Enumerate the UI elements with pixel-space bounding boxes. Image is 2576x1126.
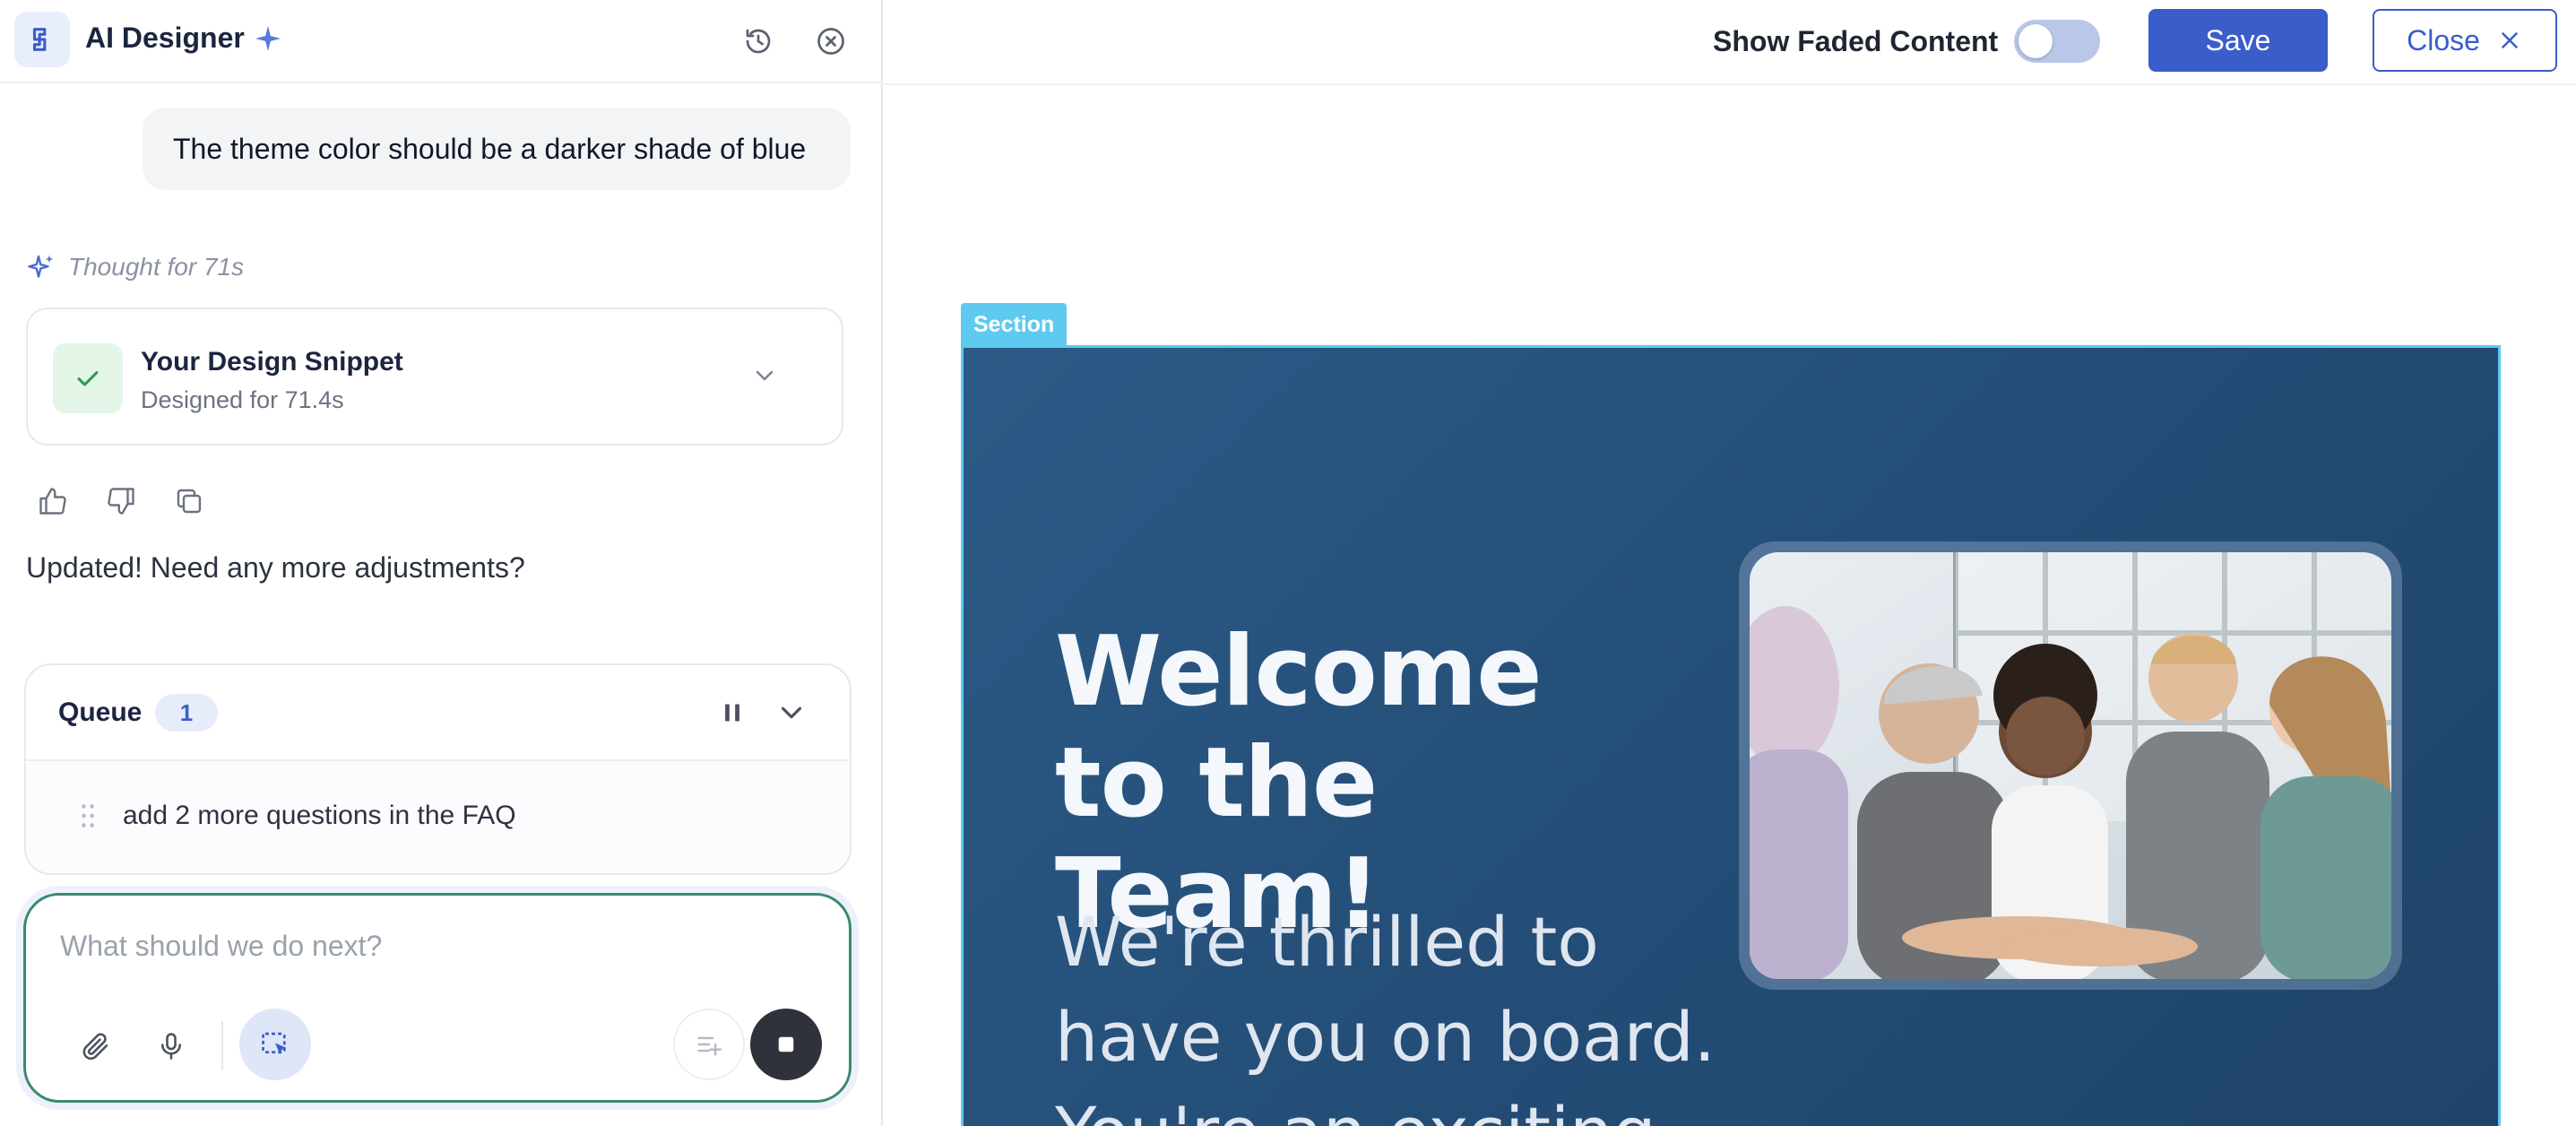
check-icon	[77, 371, 99, 386]
save-button[interactable]: Save	[2148, 9, 2328, 72]
panel-header: AI Designer	[0, 0, 883, 83]
copy-button[interactable]	[170, 482, 208, 520]
composer-divider	[221, 1021, 223, 1070]
hero-subtitle[interactable]: We're thrilled to have you on board. You…	[1055, 895, 1736, 1126]
close-button[interactable]: Close	[2373, 9, 2557, 72]
prompt-input[interactable]	[60, 926, 813, 966]
check-badge	[53, 343, 123, 413]
microphone-button[interactable]	[146, 1021, 196, 1071]
show-faded-label: Show Faded Content	[1713, 25, 1999, 57]
thumbs-up-button[interactable]	[34, 482, 72, 520]
sparkles-icon	[28, 255, 54, 278]
sparkle-icon	[253, 23, 283, 58]
panel-title: AI Designer	[85, 22, 245, 54]
queue-item-text: add 2 more questions in the FAQ	[123, 801, 516, 830]
add-to-queue-button[interactable]	[673, 1009, 745, 1080]
history-icon	[746, 29, 771, 54]
thought-indicator: Thought for 71s	[25, 251, 244, 283]
thumbs-down-button[interactable]	[102, 482, 140, 520]
drag-handle-icon[interactable]	[80, 802, 96, 834]
queue-panel: Queue 1 add 2 more questions in the FAQ	[24, 663, 851, 875]
app-logo-icon	[32, 28, 47, 51]
editor-canvas: Section Welcome to the Team! We're thril…	[885, 87, 2576, 1126]
ai-designer-panel: AI Designer The theme color should be a …	[0, 0, 883, 1126]
thumbs-down-icon	[108, 488, 134, 515]
stop-icon	[778, 1036, 794, 1052]
close-button-label: Close	[2407, 23, 2480, 56]
hero-image-frame[interactable]	[1739, 541, 2402, 990]
design-snippet-card[interactable]: Your Design Snippet Designed for 71.4s	[26, 307, 843, 446]
select-element-button[interactable]	[239, 1009, 311, 1080]
pause-icon[interactable]	[715, 696, 749, 734]
toggle-knob	[2018, 24, 2053, 58]
paperclip-icon	[82, 1033, 108, 1061]
snippet-title: Your Design Snippet	[141, 347, 403, 377]
copy-icon	[177, 489, 202, 514]
editor-topbar: Show Faded Content Save Close	[885, 0, 2576, 85]
assistant-reply: Updated! Need any more adjustments?	[26, 551, 525, 584]
queue-count-badge: 1	[155, 694, 218, 732]
chevron-down-icon[interactable]	[750, 361, 779, 394]
feedback-actions	[34, 482, 208, 520]
select-area-icon	[262, 1032, 287, 1055]
snippet-subtitle: Designed for 71.4s	[141, 386, 344, 413]
team-photo-illustration	[1750, 552, 2391, 979]
close-icon	[2502, 32, 2518, 48]
section-tag[interactable]: Section	[961, 303, 1068, 346]
close-circle-icon	[817, 28, 844, 55]
queue-item[interactable]: add 2 more questions in the FAQ	[26, 761, 850, 873]
thumbs-up-icon	[39, 488, 66, 515]
chevron-down-icon[interactable]	[774, 696, 808, 734]
close-panel-button[interactable]	[809, 20, 852, 63]
prompt-composer	[23, 893, 851, 1103]
app-logo	[14, 12, 70, 67]
stop-button[interactable]	[750, 1009, 822, 1080]
app-root: AI Designer The theme color should be a …	[0, 0, 2576, 1126]
queue-add-icon	[697, 1036, 722, 1056]
team-photo[interactable]	[1750, 552, 2391, 979]
hero-section[interactable]: Welcome to the Team! We're thrilled to h…	[961, 345, 2501, 1126]
microphone-icon	[160, 1033, 182, 1060]
queue-header: Queue 1	[26, 665, 850, 761]
history-button[interactable]	[737, 20, 780, 63]
queue-title: Queue	[58, 697, 143, 727]
user-message: The theme color should be a darker shade…	[143, 108, 851, 190]
attach-button[interactable]	[71, 1021, 121, 1071]
thought-text: Thought for 71s	[68, 253, 245, 281]
show-faded-toggle[interactable]	[2014, 20, 2100, 63]
